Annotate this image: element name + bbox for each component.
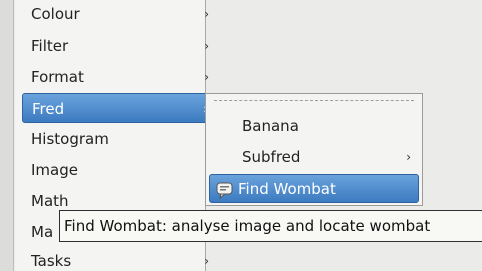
chevron-right-icon: ›: [204, 254, 209, 268]
submenu-item-banana[interactable]: Banana: [209, 112, 419, 141]
tearoff-separator[interactable]: [214, 100, 414, 101]
tooltip: Find Wombat: analyse image and locate wo…: [59, 210, 482, 242]
menu-item-filter[interactable]: Filter ›: [22, 31, 217, 61]
submenu-item-subfred[interactable]: Subfred ›: [209, 143, 419, 172]
submenu-item-label: Find Wombat: [238, 180, 336, 198]
submenu-item-label: Subfred: [242, 148, 301, 166]
fred-submenu: Banana Subfred › Find Wombat: [205, 93, 423, 206]
menu-item-label: Colour: [31, 5, 80, 23]
menu-item-image[interactable]: Image ›: [22, 155, 217, 185]
chevron-right-icon: ›: [406, 150, 411, 164]
menu-item-tasks[interactable]: Tasks ›: [22, 246, 217, 271]
menu-item-label: Filter: [31, 37, 69, 55]
menu-item-label: Tasks: [31, 252, 72, 270]
menu-item-label: Histogram: [31, 130, 109, 148]
menu-item-label: Format: [31, 68, 84, 86]
menu-item-label: Ma: [31, 223, 54, 241]
submenu-item-find-wombat[interactable]: Find Wombat: [209, 174, 419, 203]
chevron-right-icon: ›: [204, 70, 209, 84]
tooltip-text: Find Wombat: analyse image and locate wo…: [64, 217, 431, 235]
chevron-right-icon: ›: [204, 39, 209, 53]
menu-item-label: Fred: [32, 100, 65, 118]
menu-item-colour[interactable]: Colour ›: [22, 1, 217, 29]
menu-item-label: Image: [31, 161, 78, 179]
chevron-right-icon: ›: [204, 7, 209, 21]
menu-item-histogram[interactable]: Histogram ›: [22, 124, 217, 154]
window-edge: [0, 0, 14, 271]
chat-icon: [216, 180, 234, 200]
submenu-item-label: Banana: [242, 117, 299, 135]
menu-item-fred[interactable]: Fred ›: [22, 93, 217, 123]
menu-item-format[interactable]: Format ›: [22, 62, 217, 92]
